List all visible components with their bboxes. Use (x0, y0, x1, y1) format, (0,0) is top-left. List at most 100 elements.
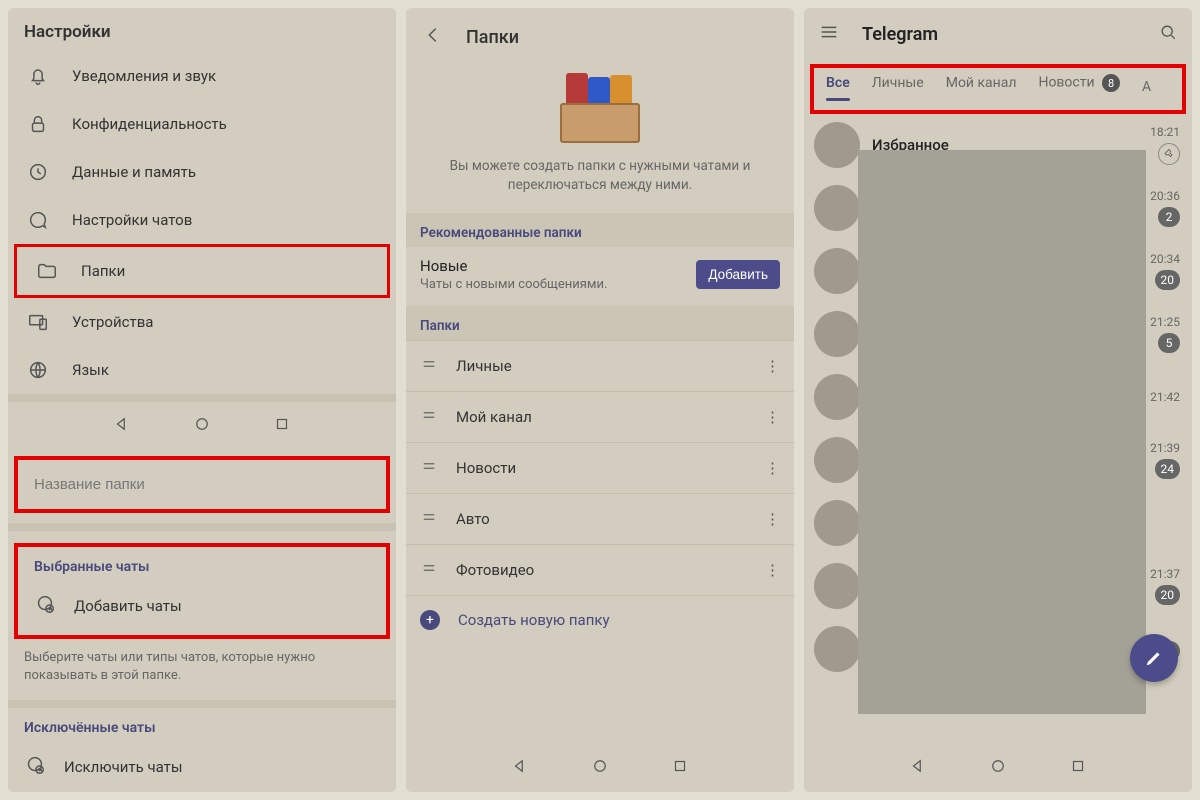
more-icon[interactable]: ⋮ (765, 561, 780, 579)
avatar (814, 626, 860, 672)
compose-fab[interactable] (1130, 634, 1178, 682)
create-folder-row[interactable]: + Создать новую папку (406, 595, 794, 644)
selected-chats-header: Выбранные чаты (18, 547, 386, 583)
add-chats-row[interactable]: Добавить чаты (18, 583, 386, 631)
selected-chats-hint: Выберите чаты или типы чатов, которые ну… (8, 639, 396, 700)
nav-recents-icon[interactable] (1069, 757, 1087, 779)
folders-header: Папки (406, 8, 794, 65)
nav-recents-icon[interactable] (273, 415, 291, 437)
settings-item-devices[interactable]: Устройства (8, 298, 396, 346)
settings-item-label: Устройства (72, 313, 153, 331)
folder-row[interactable]: Новости ⋮ (406, 442, 794, 493)
settings-item-privacy[interactable]: Конфиденциальность (8, 100, 396, 148)
more-icon[interactable]: ⋮ (765, 459, 780, 477)
menu-icon[interactable] (818, 21, 840, 48)
tab-news[interactable]: Новости 8 (1038, 74, 1120, 100)
unread-badge: 5 (1158, 333, 1180, 353)
tab-cutoff: А (1142, 79, 1151, 95)
avatar (814, 311, 860, 357)
search-icon[interactable] (1158, 22, 1178, 47)
avatar (814, 563, 860, 609)
chat-time: 21:25 (1150, 315, 1180, 329)
drag-icon[interactable] (420, 508, 438, 530)
chat-time: 20:34 (1150, 252, 1180, 266)
folder-row-label: Новости (456, 459, 516, 477)
chat-time: 18:21 (1150, 125, 1180, 139)
folder-row[interactable]: Личные ⋮ (406, 340, 794, 391)
folder-row-label: Фотовидео (456, 561, 534, 579)
exclude-chat-icon (24, 754, 46, 780)
more-icon[interactable]: ⋮ (765, 408, 780, 426)
add-recommended-button[interactable]: Добавить (696, 260, 780, 289)
avatar (814, 122, 860, 168)
plus-icon: + (420, 610, 440, 630)
bell-icon (26, 64, 50, 88)
panel-main: Telegram Все Личные Мой канал Новости 8 … (804, 8, 1192, 792)
main-header: Telegram (804, 8, 1192, 60)
nav-home-icon[interactable] (989, 757, 1007, 779)
android-nav-bar[interactable] (804, 744, 1192, 792)
lock-icon (26, 112, 50, 136)
redaction-overlay (858, 150, 1146, 714)
folder-row[interactable]: Мой канал ⋮ (406, 391, 794, 442)
panel-settings: Настройки Уведомления и звук Конфиденциа… (8, 8, 396, 792)
exclude-chats-row[interactable]: Исключить чаты (8, 744, 396, 792)
chat-list[interactable]: Избранное 18:21 20:36 2 20:34 20 21:25 5… (804, 114, 1192, 744)
settings-item-chat[interactable]: Настройки чатов (8, 196, 396, 244)
folders-list-header: Папки (406, 306, 794, 340)
drag-icon[interactable] (420, 406, 438, 428)
more-icon[interactable]: ⋮ (765, 510, 780, 528)
create-folder-label: Создать новую папку (458, 611, 610, 629)
selected-chats-highlight: Выбранные чаты Добавить чаты (14, 543, 390, 639)
app-title: Telegram (862, 24, 938, 45)
nav-recents-icon[interactable] (671, 757, 689, 779)
panel-folders: Папки Вы можете создать папки с нужными … (406, 8, 794, 792)
tab-news-badge: 8 (1102, 74, 1120, 92)
recommended-folders-header: Рекомендованные папки (406, 213, 794, 247)
recommended-folder-row: Новые Чаты с новыми сообщениями. Добавит… (406, 247, 794, 306)
chat-icon (26, 208, 50, 232)
drag-icon[interactable] (420, 355, 438, 377)
nav-back-icon[interactable] (113, 415, 131, 437)
avatar (814, 248, 860, 294)
folder-row[interactable]: Фотовидео ⋮ (406, 544, 794, 595)
devices-icon (26, 310, 50, 334)
settings-item-data[interactable]: Данные и память (8, 148, 396, 196)
globe-icon (26, 358, 50, 382)
folders-list: Личные ⋮ Мой канал ⋮ Новости ⋮ Авто ⋮ Фо… (406, 340, 794, 644)
avatar (814, 374, 860, 420)
settings-item-folders[interactable]: Папки (14, 244, 390, 298)
tab-personal[interactable]: Личные (872, 75, 924, 99)
settings-item-label: Язык (72, 361, 109, 379)
chat-time: 21:37 (1150, 567, 1180, 581)
drag-icon[interactable] (420, 559, 438, 581)
folder-row-label: Мой канал (456, 408, 532, 426)
settings-item-label: Папки (81, 262, 125, 280)
android-nav-bar[interactable] (8, 402, 396, 450)
chat-time: 21:42 (1150, 390, 1180, 404)
folder-name-highlight (14, 456, 390, 513)
recommended-folder-sub: Чаты с новыми сообщениями. (420, 277, 607, 292)
folder-row[interactable]: Авто ⋮ (406, 493, 794, 544)
unread-badge: 24 (1155, 459, 1181, 479)
back-icon[interactable] (422, 24, 444, 51)
settings-item-notifications[interactable]: Уведомления и звук (8, 52, 396, 100)
nav-back-icon[interactable] (511, 757, 529, 779)
more-icon[interactable]: ⋮ (765, 357, 780, 375)
android-nav-bar[interactable] (406, 744, 794, 792)
nav-home-icon[interactable] (591, 757, 609, 779)
settings-item-label: Данные и память (72, 163, 196, 181)
avatar (814, 437, 860, 483)
nav-back-icon[interactable] (909, 757, 927, 779)
avatar (814, 500, 860, 546)
folder-name-input[interactable] (18, 460, 386, 509)
folders-hero: Вы можете создать папки с нужными чатами… (406, 65, 794, 213)
tab-all[interactable]: Все (826, 75, 850, 99)
nav-home-icon[interactable] (193, 415, 211, 437)
drag-icon[interactable] (420, 457, 438, 479)
recommended-folder-title: Новые (420, 257, 607, 275)
excluded-chats-header: Исключённые чаты (8, 708, 396, 744)
folders-header-title: Папки (466, 27, 519, 48)
tab-my-channel[interactable]: Мой канал (946, 75, 1017, 99)
settings-item-language[interactable]: Язык (8, 346, 396, 394)
